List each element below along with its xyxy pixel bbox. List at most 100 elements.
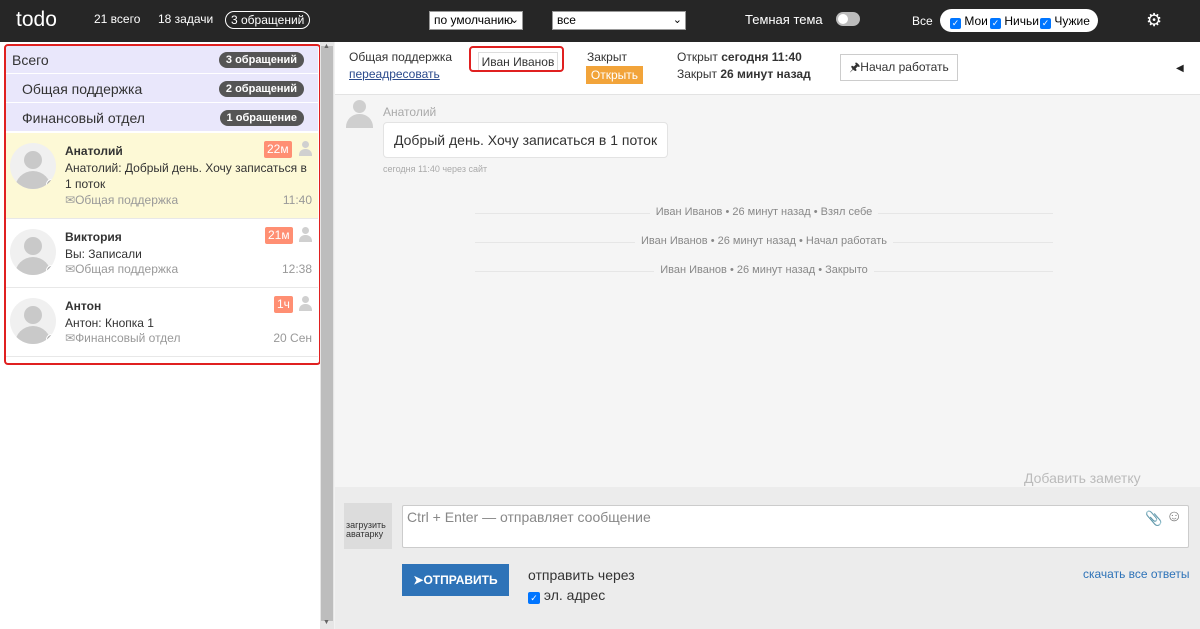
add-note-link[interactable]: Добавить заметку (1024, 470, 1141, 486)
send-via-label: отправить через (528, 567, 635, 583)
send-via-email[interactable]: ✓ эл. адрес (528, 587, 605, 604)
filter-nobody[interactable]: ✓ Ничьи (990, 14, 1039, 29)
message-sent-info: сегодня 11:40 через сайт (383, 164, 488, 174)
send-button[interactable]: ➤ОТПРАВИТЬ (402, 564, 509, 596)
message-bubble: Добрый день. Хочу записаться в 1 поток (383, 122, 669, 158)
dark-theme-toggle[interactable] (836, 12, 860, 26)
collapse-panel-icon[interactable]: ◀ (1176, 63, 1184, 74)
history-event-text: Иван Иванов • 26 минут назад • Закрыто (654, 264, 874, 276)
sort-select[interactable]: по умолчанию ⌄ (429, 11, 523, 30)
tickets-count-pill[interactable]: 3 обращений (225, 11, 311, 29)
filter-mine[interactable]: ✓ Мои (950, 14, 988, 29)
tasks-count-link[interactable]: 18 задачи (158, 12, 213, 26)
checkbox-checked-icon[interactable]: ✓ (950, 18, 961, 29)
filter-mine-label: Мои (964, 14, 988, 28)
all-filter-label[interactable]: Все (912, 14, 933, 28)
send-button-label: ОТПРАВИТЬ (423, 573, 498, 587)
group-count-badge: 3 обращений (218, 52, 304, 68)
envelope-icon: ✉ (65, 193, 76, 207)
wait-time-badge: 22м (264, 141, 292, 158)
envelope-icon: ✉ (65, 331, 76, 345)
history-event: Иван Иванов • 26 минут назад • Начал раб… (475, 235, 1053, 247)
avatar (10, 298, 56, 344)
assign-user-icon[interactable] (298, 141, 312, 157)
assign-user-icon[interactable] (298, 227, 312, 243)
last-message: Антон: Кнопка 1 (65, 316, 154, 330)
filter-nobody-label: Ничьи (1004, 14, 1039, 28)
top-bar: todo 21 всего 18 задачи 3 обращений по у… (0, 0, 1200, 42)
status-dot (46, 179, 56, 189)
conversation-department: ✉Финансовый отдел (65, 331, 180, 345)
attachment-icon[interactable]: 📎 (1145, 510, 1162, 527)
pin-icon: 🖈 (849, 60, 861, 74)
envelope-icon: ✉ (65, 262, 76, 276)
group-general-support[interactable]: Общая поддержка 2 обращений (6, 74, 318, 103)
conversation-panel: Общая поддержка переадресовать Иван Иван… (335, 42, 1200, 629)
total-count-link[interactable]: 21 всего (94, 12, 140, 26)
emoji-icon[interactable]: ☺ (1166, 508, 1182, 526)
filter-select-value: все (557, 13, 576, 27)
gear-icon[interactable]: ⚙ (1146, 10, 1162, 31)
checkbox-checked-icon[interactable]: ✓ (528, 592, 540, 604)
contact-name: Анатолий (65, 144, 123, 158)
opened-label: Открыт (677, 50, 718, 64)
upload-avatar-button[interactable]: загрузить аватарку (344, 503, 392, 549)
closed-info: Закрыт 26 минут назад (677, 67, 811, 81)
group-count-badge: 1 обращение (219, 110, 304, 126)
conversation-item[interactable]: Анатолий Анатолий: Добрый день. Хочу зап… (6, 133, 318, 219)
app-logo[interactable]: todo (16, 8, 57, 32)
message-avatar (345, 100, 373, 130)
assignee-button[interactable]: Иван Иванов (478, 52, 558, 72)
scrollbar-thumb[interactable] (321, 46, 333, 621)
conversation-time: 12:38 (281, 262, 312, 276)
download-all-link[interactable]: скачать все ответы (1083, 567, 1189, 581)
assign-user-icon[interactable] (298, 296, 312, 312)
history-event-text: Иван Иванов • 26 минут назад • Взял себе (649, 206, 879, 218)
avatar (10, 229, 56, 275)
start-work-label: Начал работать (860, 60, 949, 74)
ticket-department: Общая поддержка (349, 50, 453, 64)
dark-theme-label: Темная тема (745, 12, 823, 27)
filter-others[interactable]: ✓ Чужие (1040, 14, 1090, 29)
checkbox-checked-icon[interactable]: ✓ (990, 18, 1001, 29)
conversation-time: 11:40 (282, 193, 312, 207)
contact-name: Антон (65, 299, 102, 313)
last-message: Анатолий: Добрый день. Хочу записаться в… (65, 161, 307, 191)
sidebar: Всего 3 обращений Общая поддержка 2 обра… (0, 42, 320, 629)
last-message: Вы: Записали (65, 247, 142, 261)
contact-name: Виктория (65, 230, 122, 244)
opened-value: сегодня 11:40 (721, 50, 802, 64)
message-input[interactable] (402, 505, 1189, 548)
wait-time-badge: 21м (265, 227, 293, 244)
filter-others-label: Чужие (1054, 14, 1090, 28)
group-finance[interactable]: Финансовый отдел 1 обращение (6, 103, 318, 132)
start-work-button[interactable]: 🖈Начал работать (840, 54, 958, 81)
scroll-down-icon[interactable]: ▼ (323, 619, 330, 626)
redirect-link[interactable]: переадресовать (349, 67, 440, 81)
chevron-down-icon: ⌄ (509, 14, 519, 26)
conversation-department: ✉Общая поддержка (65, 193, 178, 207)
filter-select[interactable]: все ⌄ (552, 11, 686, 30)
group-count-badge: 2 обращений (218, 81, 304, 97)
avatar (10, 143, 56, 189)
group-name: Финансовый отдел (22, 110, 145, 126)
closed-label: Закрыт (677, 67, 717, 81)
message-author: Анатолий (383, 105, 437, 119)
message-composer: загрузить аватарку 📎 ☺ ➤ОТПРАВИТЬ отправ… (335, 487, 1200, 629)
group-all[interactable]: Всего 3 обращений (6, 45, 318, 74)
conversation-department: ✉Общая поддержка (65, 262, 178, 276)
ownership-filter: ✓ Мои ✓ Ничьи ✓ Чужие (940, 9, 1098, 32)
conversation-item[interactable]: Виктория Вы: Записали ✉Общая поддержка 1… (6, 219, 318, 288)
history-event: Иван Иванов • 26 минут назад • Закрыто (475, 264, 1053, 276)
department-label: Общая поддержка (75, 193, 179, 207)
sort-select-value: по умолчанию (434, 13, 514, 27)
sidebar-scrollbar[interactable]: ▲ ▼ (320, 42, 334, 629)
open-ticket-button[interactable]: Открыть (586, 66, 643, 84)
wait-time-badge: 1ч (274, 296, 293, 313)
conversation-item[interactable]: Антон Антон: Кнопка 1 ✉Финансовый отдел … (6, 288, 318, 357)
scroll-up-icon[interactable]: ▲ (323, 43, 330, 50)
department-label: Финансовый отдел (75, 331, 181, 345)
history-event: Иван Иванов • 26 минут назад • Взял себе (475, 206, 1053, 218)
checkbox-checked-icon[interactable]: ✓ (1040, 18, 1051, 29)
status-dot (46, 334, 56, 344)
